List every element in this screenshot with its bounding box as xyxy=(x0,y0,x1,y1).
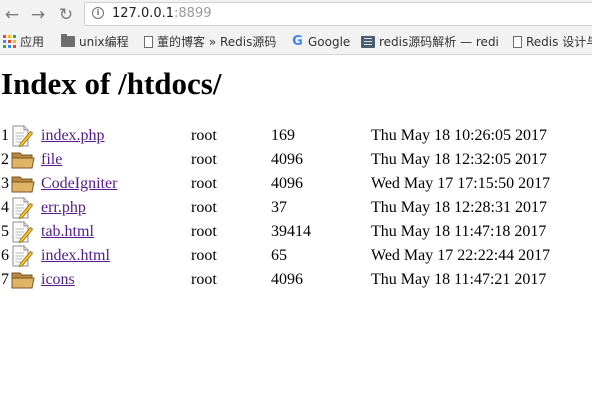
url-host: 127.0.0.1 xyxy=(112,6,175,21)
forward-icon[interactable]: → xyxy=(28,5,48,25)
entry-date: Thu May 18 11:47:21 2017 xyxy=(371,271,547,288)
directory-listing: 1 index.php root 169 Thu May 18 10:26:05 201… xyxy=(0,124,592,292)
row-index: 3 xyxy=(1,175,9,192)
table-row: 7 icons root 4096 Thu May 18 11:47:21 2017 xyxy=(0,268,592,292)
entry-owner: root xyxy=(191,151,217,168)
bookmark-label: Redis 设计与 xyxy=(526,35,592,49)
entry-date: Wed May 17 22:22:44 2017 xyxy=(371,247,551,264)
row-index: 5 xyxy=(1,223,9,240)
entry-date: Thu May 18 10:26:05 2017 xyxy=(371,127,547,144)
reload-icon[interactable]: ↻ xyxy=(56,5,76,25)
entry-date: Thu May 18 11:47:18 2017 xyxy=(371,223,547,240)
entry-size: 39414 xyxy=(271,223,311,240)
file-icon xyxy=(11,245,35,268)
row-index: 1 xyxy=(1,127,9,144)
bookmark-label: 董的博客 » Redis源码 xyxy=(157,35,277,49)
entry-date: Thu May 18 12:32:05 2017 xyxy=(371,151,547,168)
entry-link[interactable]: index.php xyxy=(41,124,105,148)
url-port: :8899 xyxy=(174,6,212,21)
bookmarks-bar: 应用 unix编程 董的博客 » Redis源码 G Google redis源码… xyxy=(0,30,592,55)
file-icon xyxy=(11,221,35,244)
table-row: 4 err.php root 37 Thu May 18 12:28:31 2017 xyxy=(0,196,592,220)
table-row: 2 file root 4096 Thu May 18 12:32:05 2017 xyxy=(0,148,592,172)
file-icon xyxy=(11,197,35,220)
bookmark-redis-design[interactable]: Redis 设计与 xyxy=(513,33,592,51)
entry-date: Thu May 18 12:28:31 2017 xyxy=(371,199,547,216)
browser-toolbar: ← → ↻ i 127.0.0.1:8899 xyxy=(0,0,592,30)
entry-link[interactable]: icons xyxy=(41,268,75,292)
entry-size: 169 xyxy=(271,127,295,144)
entry-owner: root xyxy=(191,271,217,288)
entry-size: 65 xyxy=(271,247,287,264)
bookmark-label: 应用 xyxy=(20,35,45,49)
entry-size: 4096 xyxy=(271,151,303,168)
apps-icon xyxy=(3,35,16,48)
entry-owner: root xyxy=(191,223,217,240)
page-title: Index of /htdocs/ xyxy=(1,66,222,101)
entry-link[interactable]: CodeIgniter xyxy=(41,172,117,196)
entry-date: Wed May 17 17:15:50 2017 xyxy=(371,175,551,192)
entry-owner: root xyxy=(191,127,217,144)
google-icon: G xyxy=(292,33,303,49)
entry-link[interactable]: index.html xyxy=(41,244,110,268)
table-row: 5 tab.html root 39414 Thu May 18 11:47:18 20… xyxy=(0,220,592,244)
bookmark-dong-blog[interactable]: 董的博客 » Redis源码 xyxy=(144,33,276,51)
page-icon xyxy=(144,35,153,48)
entry-link[interactable]: file xyxy=(41,148,62,172)
entry-link[interactable]: tab.html xyxy=(41,220,94,244)
entry-size: 4096 xyxy=(271,271,303,288)
back-icon[interactable]: ← xyxy=(2,5,22,25)
bookmark-redis-source[interactable]: redis源码解析 — redi xyxy=(361,33,519,51)
bookmark-label: unix编程 xyxy=(79,35,129,49)
row-index: 4 xyxy=(1,199,9,216)
book-icon xyxy=(361,35,375,48)
bookmark-label: Google xyxy=(308,35,351,49)
page-icon xyxy=(513,35,522,48)
entry-owner: root xyxy=(191,175,217,192)
address-bar[interactable]: i 127.0.0.1:8899 xyxy=(84,2,592,26)
file-icon xyxy=(11,125,35,148)
folder-icon xyxy=(11,269,35,291)
entry-size: 37 xyxy=(271,199,287,216)
entry-link[interactable]: err.php xyxy=(41,196,86,220)
entry-size: 4096 xyxy=(271,175,303,192)
bookmark-unix-folder[interactable]: unix编程 xyxy=(61,33,129,51)
table-row: 1 index.php root 169 Thu May 18 10:26:05 201… xyxy=(0,124,592,148)
bookmark-apps[interactable]: 应用 xyxy=(3,33,44,51)
table-row: 3 CodeIgniter root 4096 Wed May 17 17:15:50 … xyxy=(0,172,592,196)
folder-icon xyxy=(11,149,35,171)
folder-icon xyxy=(11,173,35,195)
row-index: 6 xyxy=(1,247,9,264)
row-index: 7 xyxy=(1,271,9,288)
info-icon[interactable]: i xyxy=(92,7,104,19)
table-row: 6 index.html root 65 Wed May 17 22:22:44 201… xyxy=(0,244,592,268)
row-index: 2 xyxy=(1,151,9,168)
entry-owner: root xyxy=(191,247,217,264)
bookmark-label: redis源码解析 — redi xyxy=(379,35,499,49)
entry-owner: root xyxy=(191,199,217,216)
address-url[interactable]: 127.0.0.1:8899 xyxy=(112,5,212,23)
folder-icon xyxy=(61,34,75,47)
bookmark-google[interactable]: G Google xyxy=(291,33,371,51)
